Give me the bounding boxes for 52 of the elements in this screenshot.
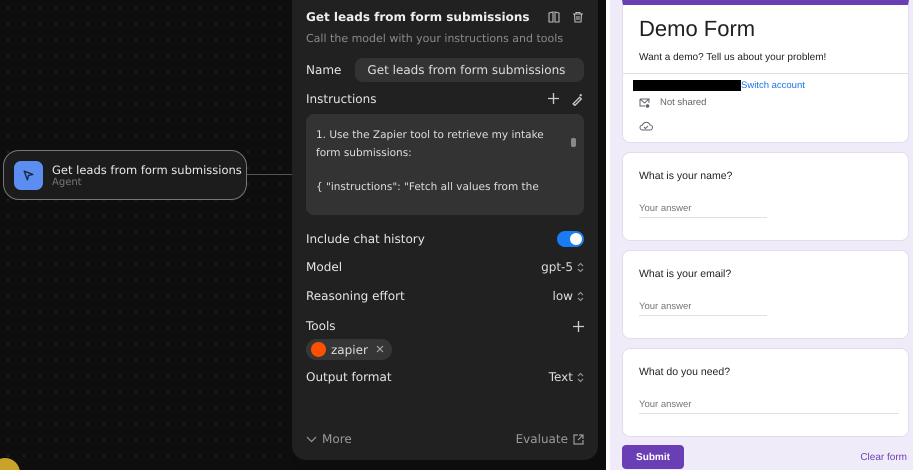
sharing-status: Not shared xyxy=(660,97,706,108)
question-label: What is your name? xyxy=(639,170,734,182)
plus-icon[interactable] xyxy=(548,92,559,106)
book-icon[interactable] xyxy=(548,11,560,23)
field-label: Model xyxy=(306,260,342,274)
node-subtitle: Agent xyxy=(52,176,83,188)
chevrons-icon xyxy=(577,290,584,302)
plus-icon[interactable] xyxy=(573,320,584,332)
chevron-down-icon xyxy=(306,436,317,442)
toggle-switch[interactable] xyxy=(557,231,584,247)
instructions-field[interactable]: 1. Use the Zapier tool to retrieve my intake form submissions: { "instructions": "Fetch all values from the xyxy=(306,114,584,215)
chevrons-icon xyxy=(577,372,584,382)
node-title: Get leads from form submissions xyxy=(52,162,242,176)
select-dropdown[interactable]: Text xyxy=(548,370,584,384)
cursor-icon xyxy=(14,160,43,190)
field-label: Tools xyxy=(306,319,336,333)
panel-subtitle: Call the model with your instructions and tools xyxy=(306,32,564,45)
answer-field[interactable]: Your answer xyxy=(639,298,767,316)
more-button[interactable]: More xyxy=(306,432,352,446)
chevrons-icon xyxy=(577,262,584,272)
field-label: Instructions xyxy=(306,92,376,106)
switch-account-link[interactable]: Switch account xyxy=(741,80,805,91)
evaluate-button[interactable]: Evaluate xyxy=(516,432,584,446)
field-label: Output format xyxy=(306,370,392,384)
select-dropdown[interactable]: gpt-5 xyxy=(541,260,584,274)
external-link-icon xyxy=(573,434,584,444)
answer-field[interactable]: Your answer xyxy=(639,396,899,414)
field-label: Name xyxy=(306,63,342,77)
submit-button[interactable]: Submit xyxy=(622,445,684,469)
question-label: What do you need? xyxy=(639,366,732,378)
agent-node[interactable]: Get leads from form submissions Agent xyxy=(3,150,247,200)
scrollbar-thumb[interactable] xyxy=(571,138,576,147)
clear-form-button[interactable]: Clear form xyxy=(860,452,909,462)
form-description: Want a demo? Tell us about your problem! xyxy=(623,42,908,74)
cloud-check-icon xyxy=(639,121,653,131)
tool-chip[interactable]: zapier xyxy=(306,339,392,360)
connector-line xyxy=(247,174,292,175)
magic-pen-icon[interactable] xyxy=(571,92,584,106)
tool-name: zapier xyxy=(331,342,368,356)
field-label: Include chat history xyxy=(306,232,425,246)
question-label: What is your email? xyxy=(639,268,732,280)
select-dropdown[interactable]: low xyxy=(552,289,584,303)
instruction-text: { "instructions": "Fetch all values from the xyxy=(316,180,540,195)
mail-icon xyxy=(639,98,650,108)
answer-field[interactable]: Your answer xyxy=(639,200,767,218)
field-label: Reasoning effort xyxy=(306,289,405,303)
instruction-text: 1. Use the Zapier tool to retrieve my intake form submissions: xyxy=(316,128,545,161)
name-field[interactable]: Get leads from form submissions xyxy=(355,58,584,82)
form-title: Demo Form xyxy=(638,15,756,42)
panel-title: Get leads from form submissions xyxy=(306,10,530,24)
trash-icon[interactable] xyxy=(572,11,584,23)
tool-logo-icon xyxy=(311,342,326,357)
